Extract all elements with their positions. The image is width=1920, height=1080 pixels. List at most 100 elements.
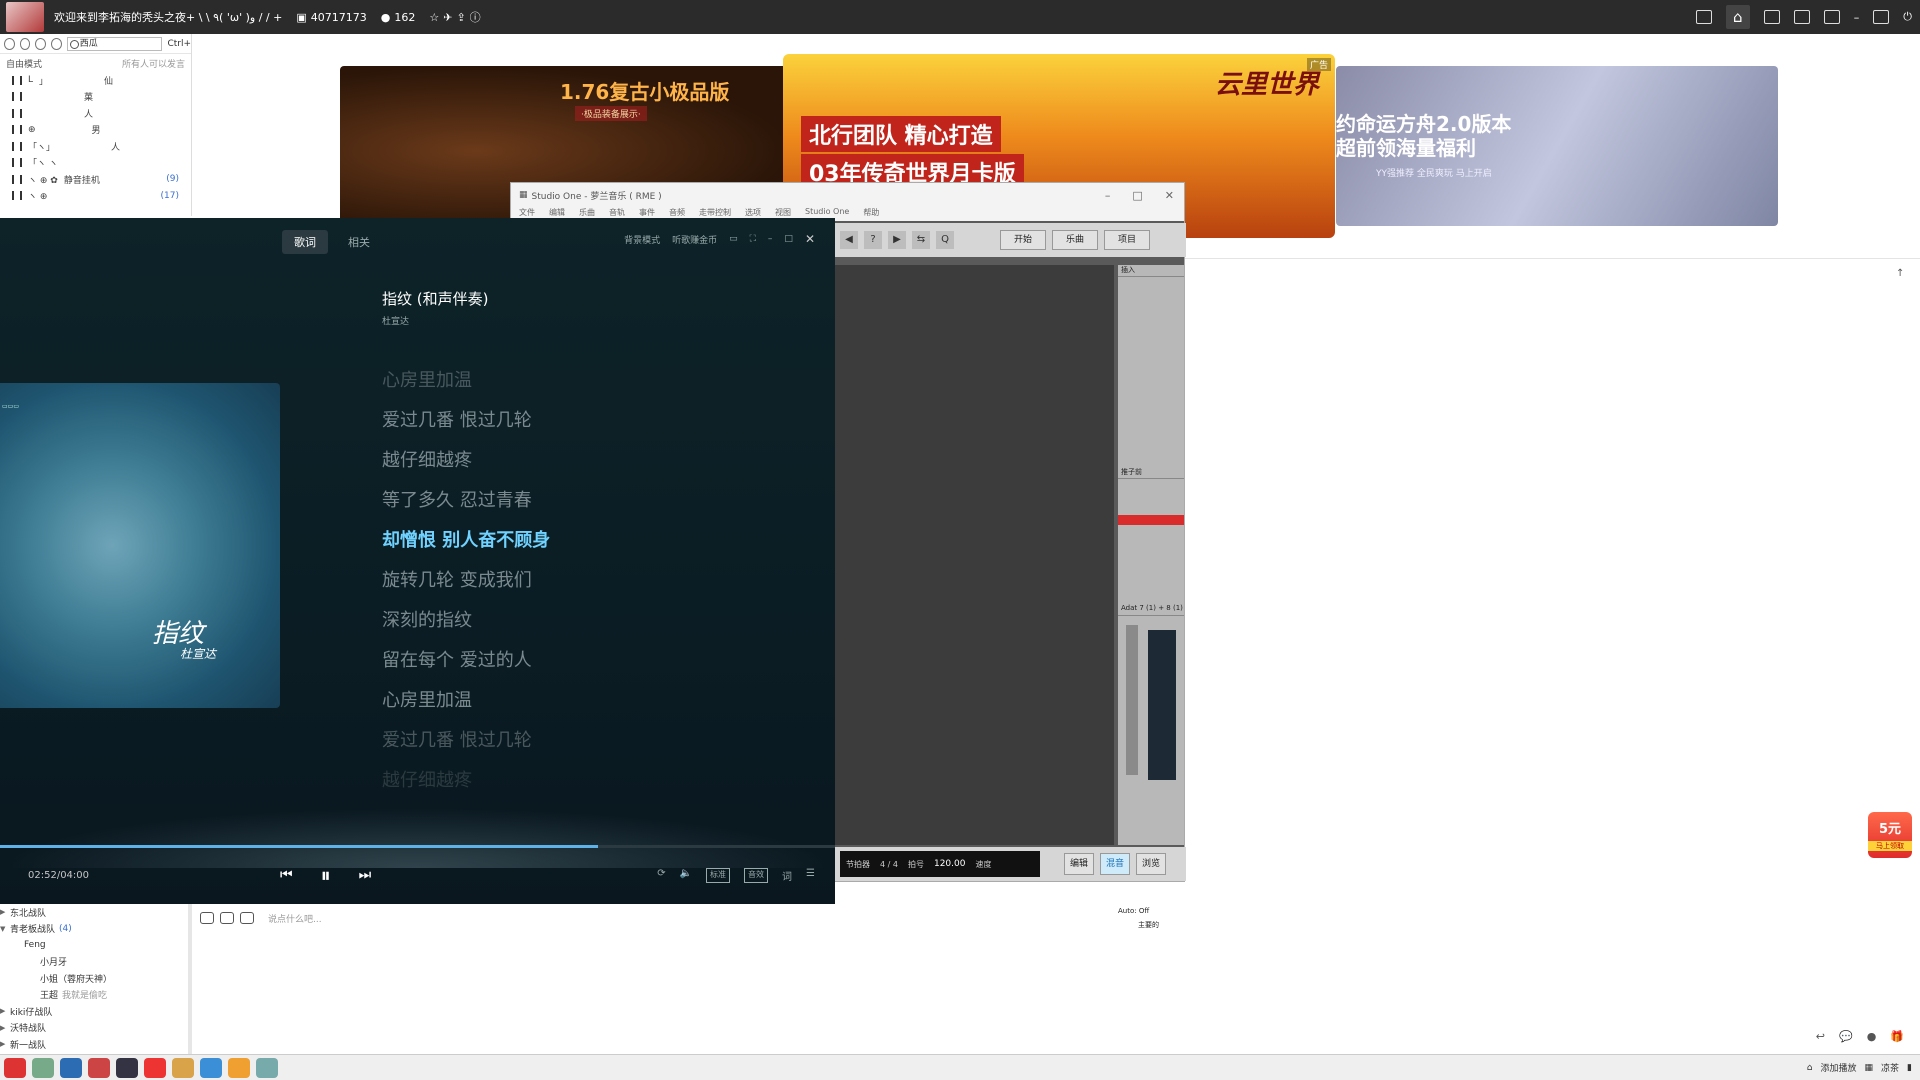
gift-icon[interactable]: 🎁 [1890, 1030, 1904, 1043]
music-app-icon[interactable] [144, 1057, 166, 1078]
earn-coins-button[interactable]: 听歌赚金币 [672, 233, 717, 246]
emoji-icon[interactable] [200, 912, 214, 924]
browse-button[interactable]: 浏览 [1136, 853, 1166, 875]
list-item[interactable]: ▶ 沃特战队 [0, 1020, 188, 1037]
note-icon[interactable] [51, 37, 62, 50]
channel-row[interactable]: ヽ ⊕ ✿ 静音挂机 (9) [0, 171, 191, 188]
channel-avatar[interactable] [6, 2, 44, 32]
mini-mode-icon[interactable]: ▭ [729, 234, 738, 244]
ad-close-button[interactable]: 广告 [1306, 58, 1331, 71]
list-item[interactable]: 小月牙 [0, 954, 188, 971]
list-icon[interactable] [1763, 10, 1780, 24]
grid-icon[interactable]: ▦ [1865, 1063, 1874, 1073]
help-icon[interactable]: ? [864, 231, 882, 249]
edit-button[interactable]: 编辑 [1064, 853, 1094, 875]
minimize-icon[interactable]: – [1854, 11, 1860, 24]
cat-app-icon[interactable] [228, 1057, 250, 1078]
plane-icon[interactable]: ✈ [443, 11, 452, 24]
game-icon[interactable] [220, 912, 234, 924]
list-item[interactable]: ▼ 青老板战队 (4) [0, 921, 188, 938]
volume-fader[interactable] [1126, 625, 1138, 775]
sound-effect-button[interactable]: 音效 [744, 868, 769, 883]
package-icon[interactable] [256, 1057, 278, 1078]
channel-row[interactable]: 人 [0, 105, 191, 122]
power-icon[interactable]: ⏻ [1903, 10, 1912, 24]
star-icon[interactable]: ☆ [429, 11, 439, 24]
download-icon[interactable] [1823, 10, 1840, 24]
chat-input[interactable]: 说点什么吧... [268, 912, 322, 925]
menu-help[interactable]: 帮助 [863, 207, 879, 221]
editor-icon[interactable] [116, 1057, 138, 1078]
maximize-icon[interactable]: □ [784, 234, 793, 244]
channel-search-input[interactable]: 西瓜 [66, 36, 163, 51]
reply-icon[interactable]: ↩ [1816, 1030, 1825, 1043]
fullscreen-icon[interactable]: ⛶ [750, 234, 756, 244]
project-button[interactable]: 项目 [1104, 230, 1150, 250]
user-icon[interactable] [4, 37, 15, 50]
channel-row[interactable]: 菓 [0, 89, 191, 106]
lyrics-button[interactable]: 词 [782, 868, 792, 883]
playlist-icon[interactable]: ☰ [806, 868, 815, 883]
auto-label[interactable]: Auto: Off [1118, 907, 1149, 915]
close-icon[interactable]: ✕ [1165, 189, 1174, 202]
comment-icon[interactable]: 💬 [1839, 1030, 1853, 1043]
ad-banner-3[interactable]: 约命运方舟2.0版本 超前领海量福利 YY强推荐 全民爽玩 马上开启 [1336, 66, 1778, 226]
minimize-icon[interactable]: – [1105, 189, 1111, 202]
screen-record-icon[interactable] [1695, 10, 1712, 24]
send-label[interactable]: 推子前 [1118, 467, 1184, 479]
time-signature[interactable]: 4 / 4 [880, 860, 898, 869]
previous-icon[interactable]: ⏮ [280, 867, 293, 883]
home-icon[interactable]: ⌂ [1807, 1063, 1813, 1073]
minimize-icon[interactable]: – [768, 234, 773, 244]
album-cover[interactable]: ▭▭▭ 指纹 杜宣达 [0, 383, 280, 708]
close-icon[interactable]: ✕ [805, 232, 815, 246]
app-icon[interactable] [4, 1057, 26, 1078]
search-icon[interactable]: Q [936, 231, 954, 249]
list-item[interactable]: ▶ kiki仔战队 [0, 1003, 188, 1020]
list-item[interactable]: 王超 我就是偷吃 [0, 987, 188, 1004]
track-area[interactable] [834, 265, 1114, 845]
list-item[interactable]: ▶ 东北战队 [0, 904, 188, 921]
channel-row[interactable]: 「ヽ ヽ [0, 155, 191, 172]
channel-row[interactable]: 「ヽ」人 [0, 138, 191, 155]
background-mode-button[interactable]: 背景模式 [624, 233, 660, 246]
restore-icon[interactable] [1873, 10, 1890, 24]
mode-dropdown[interactable]: 自由模式 [6, 57, 42, 70]
list-item[interactable]: ▶ 新一战队 [0, 1036, 188, 1053]
promo-badge[interactable]: 5元 马上领取 [1868, 812, 1912, 858]
browser-icon[interactable] [60, 1057, 82, 1078]
pause-icon[interactable]: ⏸ [321, 863, 331, 887]
tray-add-play[interactable]: 添加播放 [1821, 1061, 1857, 1074]
tab-lyrics[interactable]: 歌词 [282, 230, 328, 254]
repeat-icon[interactable]: ⟳ [657, 868, 665, 883]
home-icon[interactable]: ⌂ [1725, 5, 1750, 29]
channel-row[interactable]: ⊕ 男 [0, 122, 191, 139]
channel-row[interactable]: L」仙 [0, 72, 191, 89]
game-icon[interactable] [1793, 10, 1810, 24]
search-icon[interactable] [240, 912, 254, 924]
chat-icon[interactable] [19, 37, 31, 50]
channel-row[interactable]: ヽ ⊕ (17) [0, 188, 191, 205]
list-item[interactable]: 小姐（蓉府天神） [0, 970, 188, 987]
volume-icon[interactable] [32, 1057, 54, 1078]
mix-button[interactable]: 混音 [1100, 853, 1130, 875]
song-artist[interactable]: 杜宣达 [382, 314, 409, 327]
insert-label[interactable]: 插入 [1118, 265, 1184, 277]
tool-icon[interactable] [88, 1057, 110, 1078]
tempo-value[interactable]: 120.00 [934, 859, 966, 869]
song-button[interactable]: 乐曲 [1052, 230, 1098, 250]
quality-button[interactable]: 标准 [706, 868, 731, 883]
tab-related[interactable]: 相关 [336, 230, 382, 254]
maximize-icon[interactable]: □ [1132, 189, 1142, 202]
location-icon[interactable] [35, 37, 47, 50]
share-icon[interactable]: ⇪ [456, 11, 465, 24]
k-app-icon[interactable] [200, 1057, 222, 1078]
progress-bar[interactable] [0, 845, 835, 848]
skip-icon[interactable]: ▶ [888, 231, 906, 249]
list-item[interactable]: Feng [0, 937, 188, 954]
loop-icon[interactable]: ⇆ [912, 231, 930, 249]
speaker-icon[interactable]: ◀ [840, 231, 858, 249]
metronome-label[interactable]: 节拍器 [846, 859, 870, 870]
tray-cool[interactable]: 凉茶 [1881, 1061, 1899, 1074]
scroll-top-icon[interactable]: ↑ [1896, 268, 1910, 282]
